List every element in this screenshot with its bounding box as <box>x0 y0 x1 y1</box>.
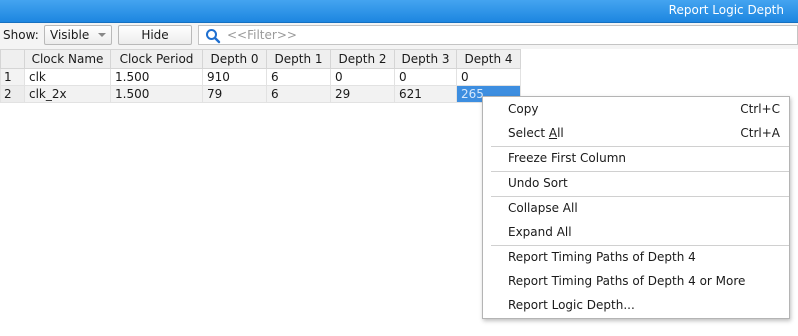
window-title: Report Logic Depth <box>668 3 784 17</box>
table-header-row: Clock Name Clock Period Depth 0 Depth 1 … <box>0 49 521 69</box>
table-cell[interactable]: 1.500 <box>110 68 203 86</box>
menu-item-label: Report Timing Paths of Depth 4 or More <box>508 274 746 288</box>
menu-item-collapse-all[interactable]: Collapse All <box>483 197 789 221</box>
menu-item-label: Undo Sort <box>508 176 568 190</box>
menu-item-label: Select All <box>508 126 564 140</box>
row-number-header <box>0 49 25 69</box>
chevron-down-icon <box>98 33 106 37</box>
table-cell[interactable]: 6 <box>266 68 331 86</box>
table-cell[interactable]: clk <box>24 68 111 86</box>
context-menu: Copy Ctrl+C Select All Ctrl+A Freeze Fir… <box>482 96 790 319</box>
menu-item-report-timing-depth-4-or-more[interactable]: Report Timing Paths of Depth 4 or More <box>483 270 789 294</box>
table-cell[interactable]: 910 <box>202 68 267 86</box>
window-titlebar: Report Logic Depth <box>0 0 798 23</box>
menu-item-report-logic-depth[interactable]: Report Logic Depth... <box>483 294 789 318</box>
menu-item-expand-all[interactable]: Expand All <box>483 221 789 245</box>
column-header[interactable]: Depth 4 <box>456 49 521 69</box>
table-row[interactable]: 1 clk 1.500 910 6 0 0 0 <box>0 68 521 86</box>
menu-item-label: Report Logic Depth... <box>508 298 635 312</box>
menu-item-shortcut: Ctrl+C <box>740 102 780 116</box>
table-cell[interactable]: 1.500 <box>110 85 203 103</box>
toolbar: Show: Visible Hide <<Filter>> <box>0 23 798 49</box>
show-select[interactable]: Visible <box>44 25 112 45</box>
menu-item-freeze-first-column[interactable]: Freeze First Column <box>483 147 789 171</box>
column-header[interactable]: Clock Name <box>24 49 111 69</box>
table-cell[interactable]: 6 <box>266 85 331 103</box>
table-row[interactable]: 2 clk_2x 1.500 79 6 29 621 265 <box>0 85 521 103</box>
column-header[interactable]: Depth 2 <box>330 49 395 69</box>
menu-item-report-timing-depth-4[interactable]: Report Timing Paths of Depth 4 <box>483 246 789 270</box>
menu-item-label: Freeze First Column <box>508 151 626 165</box>
column-header[interactable]: Depth 1 <box>266 49 331 69</box>
logic-depth-table: Clock Name Clock Period Depth 0 Depth 1 … <box>0 49 521 103</box>
filter-input[interactable]: <<Filter>> <box>198 25 798 45</box>
column-header[interactable]: Depth 3 <box>394 49 457 69</box>
menu-item-label: Collapse All <box>508 201 578 215</box>
menu-item-copy[interactable]: Copy Ctrl+C <box>483 98 789 122</box>
menu-item-undo-sort[interactable]: Undo Sort <box>483 172 789 196</box>
table-cell[interactable]: 29 <box>330 85 395 103</box>
table-cell[interactable]: 621 <box>394 85 457 103</box>
menu-item-label: Report Timing Paths of Depth 4 <box>508 250 696 264</box>
show-select-value: Visible <box>50 28 90 42</box>
search-icon <box>206 29 221 44</box>
table-cell[interactable]: 0 <box>330 68 395 86</box>
table-cell[interactable]: 0 <box>394 68 457 86</box>
table-cell[interactable]: clk_2x <box>24 85 111 103</box>
filter-placeholder: <<Filter>> <box>227 28 297 42</box>
menu-item-label: Expand All <box>508 225 572 239</box>
hide-button[interactable]: Hide <box>118 25 192 45</box>
show-label: Show: <box>3 28 39 42</box>
table-cell[interactable]: 79 <box>202 85 267 103</box>
menu-item-select-all[interactable]: Select All Ctrl+A <box>483 122 789 146</box>
menu-item-label: Copy <box>508 102 539 116</box>
column-header[interactable]: Depth 0 <box>202 49 267 69</box>
column-header[interactable]: Clock Period <box>110 49 203 69</box>
table-cell[interactable]: 0 <box>456 68 521 86</box>
row-number: 1 <box>0 68 25 86</box>
row-number: 2 <box>0 85 25 103</box>
menu-item-shortcut: Ctrl+A <box>740 126 780 140</box>
